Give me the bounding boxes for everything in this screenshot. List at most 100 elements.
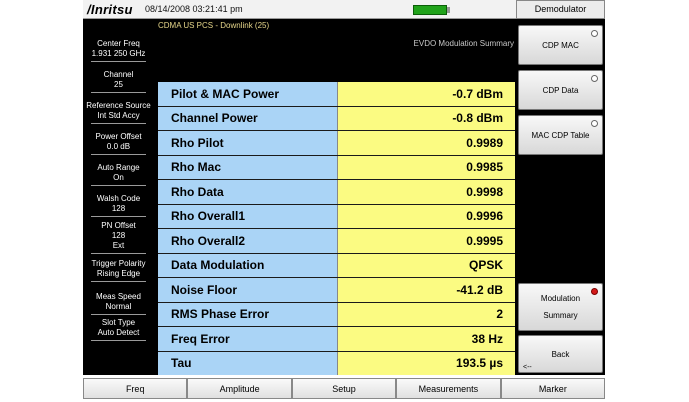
param-label: Center Freq [97,39,140,48]
softkey-label: Modulation [540,294,581,303]
row-value: 0.9998 [337,180,515,204]
back-button[interactable]: Back <-- [518,335,603,373]
status-bar: /Inritsu 08/14/2008 03:21:41 pm [83,0,516,19]
param-center-freq: Center Freq 1.931 250 GHz [83,39,154,62]
summary-title: EVDO Modulation Summary [413,39,514,48]
softkey-label: CDP MAC [542,40,579,50]
table-row: Rho Pilot 0.9989 [158,131,515,156]
radio-icon [591,120,598,127]
param-value: Normal [105,302,132,311]
radio-active-icon [591,288,598,295]
cdp-mac-button[interactable]: CDP MAC [518,25,603,65]
row-label: Noise Floor [158,278,337,302]
row-label: Rho Mac [158,155,337,179]
cdp-data-button[interactable]: CDP Data [518,70,603,110]
marker-tab[interactable]: Marker [500,378,606,399]
param-label: Power Offset [95,132,142,141]
row-value: -0.7 dBm [337,82,515,106]
softkey-panel: Demodulator CDP MAC CDP Data MAC CDP Tab… [516,0,605,375]
row-value: -41.2 dB [337,278,515,302]
measurement-display: CDMA US PCS - Downlink (25) EVDO Modulat… [154,19,516,376]
row-label: Data Modulation [158,253,337,277]
row-label: Rho Data [158,180,337,204]
row-label: Tau [158,351,337,375]
param-channel: Channel 25 [83,70,154,93]
softkey-label: Back [551,349,570,359]
param-value: 1.931 250 GHz [91,49,146,58]
measurements-tab[interactable]: Measurements [396,378,501,399]
mode-title: CDMA US PCS - Downlink (25) [158,21,270,30]
row-value: QPSK [337,253,515,277]
param-value: 0.0 dB [106,142,131,151]
param-value: On [113,173,124,182]
row-label: Freq Error [158,327,337,351]
row-value: -0.8 dBm [337,106,515,130]
param-auto-range: Auto Range On [83,163,154,186]
row-label: Channel Power [158,106,337,130]
amplitude-tab[interactable]: Amplitude [187,378,292,399]
menu-title: Demodulator [516,0,605,19]
datetime-display: 08/14/2008 03:21:41 pm [145,4,243,14]
param-reference-source: Reference Source Int Std Accy [83,101,154,124]
param-label: Channel [103,70,134,79]
row-value: 38 Hz [337,327,515,351]
row-label: Rho Overall2 [158,229,337,253]
param-power-offset: Power Offset 0.0 dB [83,132,154,155]
param-label: Reference Source [86,101,151,110]
battery-icon [413,5,447,15]
param-label: Slot Type [101,318,136,327]
param-meas-speed: Meas Speed Normal [83,292,154,315]
row-value: 0.9996 [337,204,515,228]
param-pn-offset: PN Offset 128 Ext [83,221,154,254]
modulation-summary-button[interactable]: Modulation Summary [518,283,603,331]
freq-tab[interactable]: Freq [83,378,188,399]
table-row: Tau 193.5 µs [158,351,515,376]
radio-icon [591,30,598,37]
param-value: Auto Detect [97,328,140,337]
table-row: Noise Floor -41.2 dB [158,278,515,303]
radio-icon [591,75,598,82]
param-label: Walsh Code [96,194,141,203]
back-arrow-icon: <-- [523,364,532,371]
row-label: Rho Overall1 [158,204,337,228]
battery-tip-icon [447,7,450,13]
softkey-label: MAC CDP Table [531,130,590,140]
row-value: 0.9995 [337,229,515,253]
param-value: 128 [111,231,126,240]
anritsu-logo: /Inritsu [87,2,133,17]
table-row: RMS Phase Error 2 [158,302,515,327]
mac-cdp-table-button[interactable]: MAC CDP Table [518,115,603,155]
param-slot-type: Slot Type Auto Detect [83,318,154,341]
row-value: 193.5 µs [337,351,515,375]
param-label: Auto Range [97,163,140,172]
row-value: 2 [337,302,515,326]
table-row: Rho Overall1 0.9996 [158,204,515,229]
table-row: Pilot & MAC Power -0.7 dBm [158,82,515,107]
bottom-menu-bar: Freq Amplitude Setup Measurements Marker [83,375,606,402]
param-label: Meas Speed [96,292,141,301]
param-value: Rising Edge [96,269,141,278]
row-label: RMS Phase Error [158,302,337,326]
table-row: Data Modulation QPSK [158,253,515,278]
param-value: 25 [114,80,123,89]
table-row: Rho Mac 0.9985 [158,155,515,180]
param-value: 128 [111,204,126,213]
softkey-label: CDP Data [542,85,579,95]
table-row: Channel Power -0.8 dBm [158,106,515,131]
table-row: Freq Error 38 Hz [158,327,515,352]
parameter-panel: Center Freq 1.931 250 GHz Channel 25 Ref… [83,19,154,375]
table-row: Rho Data 0.9998 [158,180,515,205]
param-value: Int Std Accy [97,111,140,120]
table-row: Rho Overall2 0.9995 [158,229,515,254]
param-label: Trigger Polarity [91,259,146,268]
row-label: Rho Pilot [158,131,337,155]
param-label: PN Offset [101,221,136,230]
softkey-sublabel: Summary [543,311,578,320]
row-value: 0.9989 [337,131,515,155]
row-value: 0.9985 [337,155,515,179]
setup-tab[interactable]: Setup [291,378,397,399]
param-walsh-code: Walsh Code 128 [83,194,154,217]
param-extra: Ext [112,241,125,250]
results-table: Pilot & MAC Power -0.7 dBm Channel Power -… [158,82,515,376]
row-label: Pilot & MAC Power [158,82,337,106]
